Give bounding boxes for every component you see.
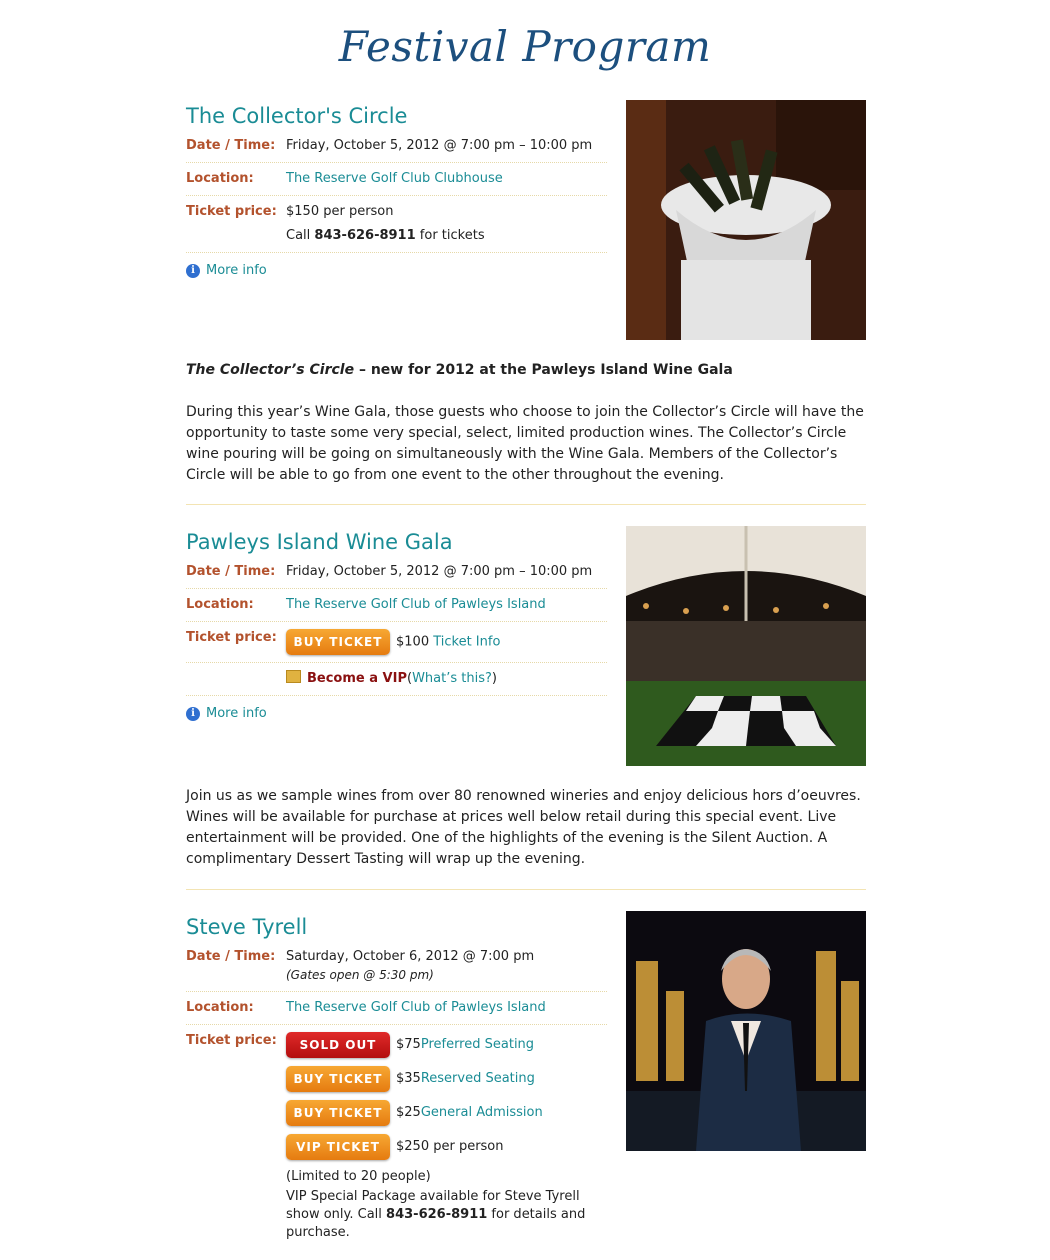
- limit-note: (Limited to 20 people): [286, 1169, 431, 1184]
- ticket-option: VIP TICKET $250 per person: [286, 1134, 607, 1160]
- location-link[interactable]: The Reserve Golf Club Clubhouse: [286, 170, 607, 188]
- vip-close: ): [491, 671, 497, 686]
- location-row: Location: The Reserve Golf Club Clubhous…: [186, 163, 607, 196]
- date-row: Date / Time: Friday, October 5, 2012 @ 7…: [186, 130, 607, 163]
- date-label: Date / Time:: [186, 949, 276, 964]
- location-link[interactable]: The Reserve Golf Club of Pawleys Island: [286, 596, 607, 614]
- date-text: Saturday, October 6, 2012 @ 7:00 pm: [286, 949, 535, 964]
- location-label: Location:: [186, 597, 254, 612]
- location-label: Location:: [186, 171, 254, 186]
- whats-this-link[interactable]: What’s this?: [412, 670, 492, 688]
- event-steve-tyrell: Steve Tyrell Date / Time: Saturday, Octo…: [186, 911, 866, 1240]
- intro-rest: – new for 2012 at the Pawleys Island Win…: [354, 362, 733, 378]
- crown-icon: [286, 670, 301, 683]
- photo-gala-tent: [626, 526, 866, 766]
- intro-headline: The Collector’s Circle – new for 2012 at…: [186, 362, 733, 378]
- price-options: SOLD OUT $75 Preferred Seating BUY TICKET…: [286, 1032, 607, 1242]
- intro-italic: The Collector’s Circle: [186, 362, 355, 378]
- sold-out-button[interactable]: SOLD OUT: [286, 1032, 390, 1058]
- date-row: Date / Time: Saturday, October 6, 2012 @…: [186, 941, 607, 992]
- event-details: Date / Time: Saturday, October 6, 2012 @…: [186, 941, 607, 1249]
- event-description: During this year’s Wine Gala, those gues…: [186, 404, 864, 483]
- event-details: Date / Time: Friday, October 5, 2012 @ 7…: [186, 556, 607, 696]
- more-info-label: More info: [206, 263, 267, 278]
- gates-note: (Gates open @ 5:30 pm): [286, 968, 434, 982]
- price-label: Ticket price:: [186, 1033, 277, 1048]
- ticket-option: SOLD OUT $75 Preferred Seating: [286, 1032, 607, 1058]
- date-label: Date / Time:: [186, 564, 276, 579]
- date-value: Friday, October 5, 2012 @ 7:00 pm – 10:0…: [286, 564, 593, 579]
- buy-ticket-button[interactable]: BUY TICKET: [286, 1066, 390, 1092]
- price-label: Ticket price:: [186, 204, 277, 219]
- location-label: Location:: [186, 1000, 254, 1015]
- call-prefix: Call: [286, 228, 315, 243]
- photo-steve-tyrell: [626, 911, 866, 1151]
- ticket-link[interactable]: General Admission: [421, 1104, 543, 1122]
- ticket-option: BUY TICKET $35 Reserved Seating: [286, 1066, 607, 1092]
- ticket-price: $35: [396, 1071, 421, 1086]
- vip-ticket-button[interactable]: VIP TICKET: [286, 1134, 390, 1160]
- phone-number: 843-626-8911: [314, 228, 416, 243]
- photo-wine-bottles: [626, 100, 866, 340]
- ticket-info-link[interactable]: Ticket Info: [433, 635, 500, 650]
- divider: [186, 504, 866, 505]
- buy-ticket-button[interactable]: BUY TICKET: [286, 1100, 390, 1126]
- price-value: $150 per person Call 843-626-8911 for ti…: [286, 203, 607, 245]
- ticket-link[interactable]: Preferred Seating: [421, 1036, 534, 1054]
- location-row: Location: The Reserve Golf Club of Pawle…: [186, 589, 607, 622]
- location-row: Location: The Reserve Golf Club of Pawle…: [186, 992, 607, 1025]
- price-line: $150 per person: [286, 204, 394, 219]
- page-title: Festival Program: [338, 22, 712, 71]
- event-description: Join us as we sample wines from over 80 …: [186, 788, 861, 867]
- price-label: Ticket price:: [186, 630, 277, 645]
- location-link[interactable]: The Reserve Golf Club of Pawleys Island: [286, 999, 607, 1017]
- date-value: Friday, October 5, 2012 @ 7:00 pm – 10:0…: [286, 138, 593, 153]
- price-row: Ticket price: BUY TICKET $100 Ticket Info: [186, 622, 607, 663]
- buy-ticket-button[interactable]: BUY TICKET: [286, 629, 390, 655]
- ticket-price: $25: [396, 1105, 421, 1120]
- ticket-price: $75: [396, 1037, 421, 1052]
- price-value: BUY TICKET $100 Ticket Info: [286, 629, 607, 655]
- info-icon: i: [186, 706, 200, 721]
- date-value: Saturday, October 6, 2012 @ 7:00 pm (Gat…: [286, 948, 607, 984]
- vip-row: Become a VIP (What’s this?): [186, 663, 607, 696]
- vip-package-note: VIP Special Package available for Steve …: [286, 1188, 607, 1242]
- call-line: Call 843-626-8911 for tickets: [286, 227, 607, 245]
- phone-number: 843-626-8911: [386, 1207, 488, 1222]
- date-label: Date / Time:: [186, 138, 276, 153]
- event-collectors-circle: The Collector's Circle Date / Time: Frid…: [186, 100, 866, 340]
- date-row: Date / Time: Friday, October 5, 2012 @ 7…: [186, 556, 607, 589]
- event-details: Date / Time: Friday, October 5, 2012 @ 7…: [186, 130, 607, 253]
- ticket-price: $100: [396, 634, 434, 650]
- ticket-price: $250 per person: [396, 1139, 504, 1154]
- ticket-option: BUY TICKET $25 General Admission: [286, 1100, 607, 1126]
- event-intro: The Collector’s Circle – new for 2012 at…: [186, 360, 866, 381]
- price-row: Ticket price: $150 per person Call 843-6…: [186, 196, 607, 253]
- call-suffix: for tickets: [415, 228, 485, 243]
- price-row: Ticket price: SOLD OUT $75 Preferred Seat…: [186, 1025, 607, 1249]
- divider: [186, 889, 866, 890]
- become-vip-link[interactable]: Become a VIP: [307, 670, 407, 688]
- info-icon: i: [186, 263, 200, 278]
- ticket-link[interactable]: Reserved Seating: [421, 1070, 535, 1088]
- event-wine-gala: Pawleys Island Wine Gala Date / Time: Fr…: [186, 526, 866, 766]
- more-info-label: More info: [206, 706, 267, 721]
